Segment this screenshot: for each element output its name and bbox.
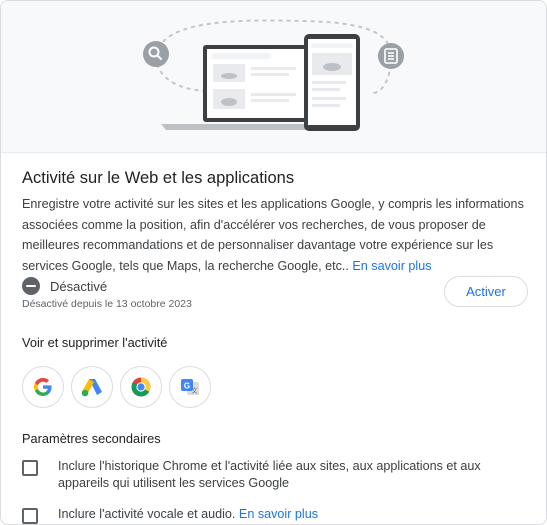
voice-audio-checkbox[interactable] bbox=[22, 508, 38, 524]
google-icon bbox=[34, 378, 52, 396]
description-text: Enregistre votre activité sur les sites … bbox=[22, 197, 524, 273]
status-row: Désactivé bbox=[22, 277, 107, 295]
svg-text:文: 文 bbox=[191, 387, 197, 395]
section-description: Enregistre votre activité sur les sites … bbox=[22, 194, 530, 276]
svg-text:G: G bbox=[184, 382, 190, 391]
status-label: Désactivé bbox=[50, 278, 108, 294]
devices-illustration bbox=[143, 19, 404, 131]
hero-illustration bbox=[1, 1, 546, 153]
chrome-history-label: Inclure l'historique Chrome et l'activit… bbox=[58, 459, 481, 490]
voice-audio-text: Inclure l'activité vocale et audio. bbox=[58, 507, 236, 521]
paused-status-icon bbox=[22, 277, 40, 295]
secondary-settings-title: Paramètres secondaires bbox=[22, 431, 161, 446]
learn-more-link[interactable]: En savoir plus bbox=[352, 259, 431, 273]
activate-button[interactable]: Activer bbox=[444, 276, 528, 307]
google-ads-icon bbox=[81, 379, 102, 397]
chrome-app-button[interactable] bbox=[120, 366, 162, 408]
phone-illustration bbox=[304, 34, 360, 131]
google-app-button[interactable] bbox=[22, 366, 64, 408]
status-since-date: Désactivé depuis le 13 octobre 2023 bbox=[22, 298, 192, 310]
google-ads-app-button[interactable] bbox=[71, 366, 113, 408]
google-translate-app-button[interactable]: G 文 bbox=[169, 366, 211, 408]
activity-section-title: Voir et supprimer l'activité bbox=[22, 335, 168, 350]
google-translate-icon: G 文 bbox=[181, 379, 199, 395]
document-bubble-icon bbox=[378, 43, 404, 69]
chrome-icon bbox=[131, 377, 151, 397]
voice-audio-option: Inclure l'activité vocale et audio. En s… bbox=[22, 506, 498, 524]
chrome-history-checkbox[interactable] bbox=[22, 460, 38, 476]
app-list: G 文 bbox=[22, 366, 211, 408]
voice-audio-learn-more-link[interactable]: En savoir plus bbox=[239, 507, 318, 521]
voice-audio-label: Inclure l'activité vocale et audio. En s… bbox=[58, 506, 498, 523]
section-title: Activité sur le Web et les applications bbox=[22, 169, 295, 187]
chrome-history-option: Inclure l'historique Chrome et l'activit… bbox=[22, 458, 498, 492]
activity-card: Activité sur le Web et les applications … bbox=[0, 0, 547, 525]
search-bubble-icon bbox=[143, 41, 169, 67]
